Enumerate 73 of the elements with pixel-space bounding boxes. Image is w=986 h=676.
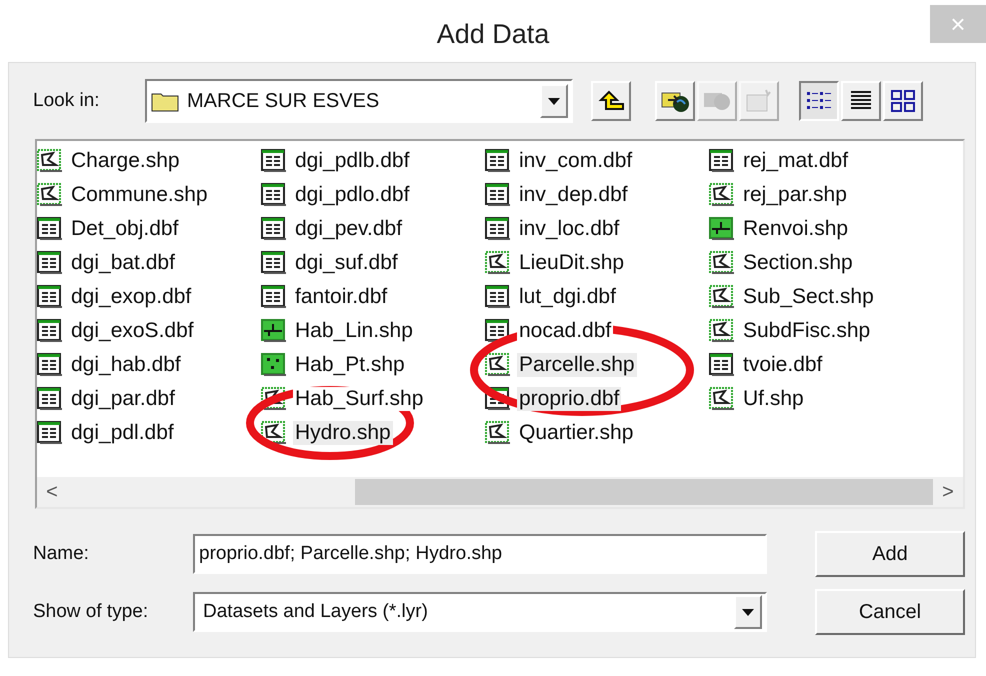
thumbnails-view-icon [890,89,916,113]
polygon-layer-icon [709,319,735,343]
file-item[interactable]: dgi_pdlo.dbf [293,183,412,207]
type-dropdown[interactable]: Datasets and Layers (*.lyr) [193,592,767,632]
type-label: Show of type: [33,601,150,623]
file-item[interactable]: dgi_exoS.dbf [69,319,196,343]
file-item[interactable]: dgi_hab.dbf [69,353,183,377]
file-item[interactable]: dgi_pdlb.dbf [293,149,412,173]
caret-icon [548,98,560,104]
view-button[interactable] [799,81,839,121]
file-item[interactable]: dgi_pdl.dbf [69,421,176,445]
polygon-layer-icon [709,183,735,207]
file-item[interactable]: Quartier.shp [517,421,636,445]
table-icon [261,183,287,207]
file-item[interactable]: Charge.shp [69,149,182,173]
table-icon [485,149,511,173]
file-item[interactable]: dgi_par.dbf [69,387,177,411]
file-item[interactable]: rej_par.shp [741,183,849,207]
up-folder-icon [597,90,625,112]
name-field[interactable]: proprio.dbf; Parcelle.shp; Hydro.shp [193,534,767,574]
file-item[interactable]: inv_com.dbf [517,149,634,173]
dropdown-button[interactable] [540,84,568,118]
table-icon [709,353,735,377]
file-item[interactable]: dgi_suf.dbf [293,251,400,275]
polygon-layer-icon [485,353,511,377]
scrollbar-thumb[interactable] [355,479,933,505]
table-icon [485,285,511,309]
polygon-layer-icon [709,285,735,309]
cancel-button[interactable]: Cancel [815,589,965,635]
line-layer-icon [709,217,735,241]
horizontal-scrollbar[interactable]: < > [37,477,963,507]
file-item[interactable]: lut_dgi.dbf [517,285,618,309]
add-button[interactable]: Add [815,531,965,577]
file-item[interactable]: nocad.dbf [517,319,614,343]
polygon-layer-icon [261,421,287,445]
window-title: Add Data [436,18,550,50]
toolbar-button[interactable] [591,81,631,121]
details-view-icon [849,90,873,112]
file-item[interactable]: proprio.dbf [517,387,622,411]
polygon-layer-icon [485,251,511,275]
point-layer-icon [261,353,287,377]
dropdown-button[interactable] [734,595,762,629]
file-item[interactable]: Sub_Sect.shp [741,285,876,309]
file-item[interactable]: inv_loc.dbf [517,217,622,241]
file-item[interactable]: SubdFisc.shp [741,319,872,343]
table-icon [485,217,511,241]
table-icon [709,149,735,173]
look-in-label: Look in: [33,90,101,112]
file-item[interactable]: dgi_bat.dbf [69,251,177,275]
file-item[interactable]: Hab_Surf.shp [293,387,426,411]
look-in-dropdown[interactable]: MARCE SUR ESVES [145,79,573,123]
polygon-layer-icon [485,421,511,445]
line-layer-icon [261,319,287,343]
toolbar-button[interactable] [655,81,695,121]
table-icon [485,183,511,207]
table-icon [261,285,287,309]
file-item[interactable]: dgi_exop.dbf [69,285,194,309]
file-item[interactable]: Commune.shp [69,183,210,207]
file-item[interactable]: Parcelle.shp [517,353,637,377]
list-view-icon [806,90,832,112]
polygon-layer-icon [709,387,735,411]
table-icon [261,149,287,173]
file-item[interactable]: dgi_pev.dbf [293,217,404,241]
table-icon [261,217,287,241]
file-item[interactable]: rej_mat.dbf [741,149,850,173]
name-label: Name: [33,543,90,565]
polygon-layer-icon [709,251,735,275]
table-icon [261,251,287,275]
file-item[interactable]: inv_dep.dbf [517,183,630,207]
file-item[interactable]: Section.shp [741,251,855,275]
caret-icon [742,608,754,616]
table-icon [485,319,511,343]
file-item[interactable]: Hydro.shp [293,421,393,445]
